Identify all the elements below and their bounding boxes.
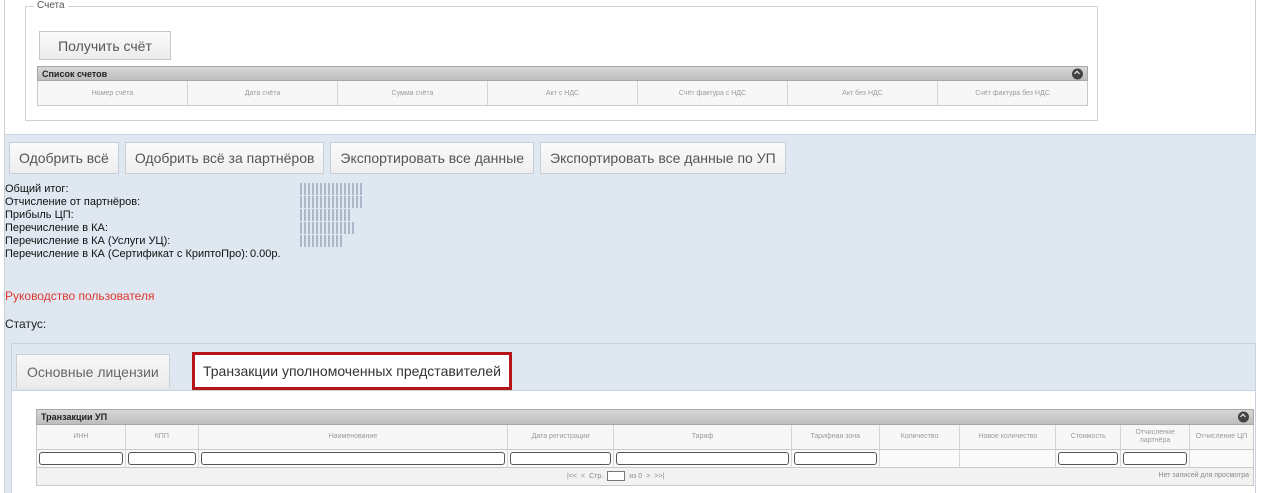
tx-grid-header: ИНН КПП Наименование Дата регистрации Та…: [36, 425, 1254, 450]
invoices-grid-title-text: Список счетов: [42, 68, 108, 79]
ka-crypto-row: Перечисление в КА (Сертификат с КриптоПр…: [5, 247, 281, 260]
approve-all-button[interactable]: Одобрить всё: [9, 142, 119, 174]
filter-cell: [1056, 450, 1122, 467]
get-invoice-button[interactable]: Получить счёт: [39, 31, 171, 60]
ka-transfer-label: Перечисление в КА:: [5, 221, 108, 234]
tab-content: Транзакции УП ИНН КПП Наименование Дата …: [12, 390, 1255, 493]
pager-controls: |<< < Стр. из 0 > >>|: [567, 471, 664, 481]
partner-deduction-filter-input[interactable]: [1123, 452, 1188, 465]
column-header[interactable]: Наименование: [199, 425, 509, 449]
tariff-zone-filter-input[interactable]: [793, 452, 877, 465]
first-page-icon[interactable]: |<<: [567, 473, 577, 480]
name-filter-input[interactable]: [200, 452, 506, 465]
collapse-icon[interactable]: [1072, 68, 1083, 79]
column-header[interactable]: Счёт фактура с НДС: [638, 81, 788, 105]
tx-grid-title-text: Транзакции УП: [41, 412, 108, 422]
tariff-filter-input[interactable]: [616, 452, 789, 465]
column-header[interactable]: Акт без НДС: [788, 81, 938, 105]
page-number-input[interactable]: [607, 471, 626, 481]
tx-grid-title: Транзакции УП: [36, 409, 1254, 425]
partners-label: Отчисление от партнёров:: [5, 195, 141, 208]
column-header[interactable]: Сумма счёта: [338, 81, 488, 105]
ka-uc-row: Перечисление в КА (Услуги УЦ):: [5, 234, 342, 247]
filter-cell: [199, 450, 509, 467]
redacted-value: [300, 183, 362, 195]
column-header[interactable]: Отчисление партнёра: [1121, 425, 1191, 449]
no-records-text: Нет записей для просмотра: [1158, 472, 1249, 479]
approve-all-partners-button[interactable]: Одобрить всё за партнёров: [124, 142, 325, 174]
filter-cell: [1121, 450, 1191, 467]
invoices-legend: Счета: [34, 0, 68, 11]
total-label: Общий итог:: [5, 182, 69, 195]
redacted-value: [300, 196, 362, 208]
column-header[interactable]: Количество: [880, 425, 961, 449]
tab-basic-licenses[interactable]: Основные лицензии: [16, 354, 170, 388]
action-toolbar: Одобрить всё Одобрить всё за партнёров Э…: [9, 142, 786, 174]
profit-label: Прибыль ЦП:: [5, 208, 74, 221]
export-all-up-button[interactable]: Экспортировать все данные по УП: [540, 142, 786, 174]
reg-date-filter-input[interactable]: [510, 452, 612, 465]
inn-filter-input[interactable]: [39, 452, 123, 465]
page-label: Стр.: [589, 472, 604, 480]
prev-page-icon[interactable]: <: [581, 473, 585, 480]
filter-cell: [37, 450, 126, 467]
column-header[interactable]: Тариф: [614, 425, 792, 449]
status-label: Статус:: [5, 317, 47, 331]
main-panel: Одобрить всё Одобрить всё за партнёров Э…: [5, 134, 1256, 493]
total-row: Общий итог:: [5, 182, 362, 195]
redacted-value: [300, 209, 350, 221]
redacted-value: [300, 222, 355, 234]
invoices-grid-header: Номер счёта Дата счёта Сумма счёта Акт с…: [37, 81, 1088, 106]
column-header[interactable]: КПП: [126, 425, 199, 449]
column-header[interactable]: Тарифная зона: [792, 425, 880, 449]
next-page-icon[interactable]: >: [646, 473, 650, 480]
collapse-icon[interactable]: [1238, 411, 1249, 423]
filter-cell: [792, 450, 880, 467]
filter-cell: [126, 450, 199, 467]
column-header[interactable]: Новое количество: [960, 425, 1057, 449]
cost-filter-input[interactable]: [1058, 452, 1119, 465]
invoices-grid-title: Список счетов: [37, 66, 1088, 81]
filter-cell: [508, 450, 615, 467]
tab-transactions[interactable]: Транзакции уполномоченных представителей: [192, 352, 512, 390]
filter-cell: [960, 450, 1057, 467]
export-all-button[interactable]: Экспортировать все данные: [330, 142, 534, 174]
column-header[interactable]: Акт с НДС: [488, 81, 638, 105]
column-header[interactable]: Счёт фактура без НДС: [938, 81, 1087, 105]
column-header[interactable]: ИНН: [37, 425, 126, 449]
last-page-icon[interactable]: >>|: [654, 473, 664, 480]
column-header[interactable]: Стоимость: [1056, 425, 1122, 449]
totals-block: Общий итог: Отчисление от партнёров: При…: [5, 182, 362, 260]
filter-cell: [614, 450, 792, 467]
partners-row: Отчисление от партнёров:: [5, 195, 362, 208]
tx-grid-filter-row: [36, 450, 1254, 468]
column-header[interactable]: Отчисление ЦП: [1190, 425, 1253, 449]
tx-grid-pager: |<< < Стр. из 0 > >>| Нет записей для пр…: [36, 468, 1254, 486]
column-header[interactable]: Дата регистрации: [508, 425, 615, 449]
column-header[interactable]: Дата счёта: [188, 81, 338, 105]
ka-uc-label: Перечисление в КА (Услуги УЦ):: [5, 234, 171, 247]
kpp-filter-input[interactable]: [127, 452, 196, 465]
filter-cell: [1190, 450, 1253, 467]
filter-cell: [880, 450, 961, 467]
ka-crypto-value: 0.00р.: [249, 247, 281, 260]
profit-row: Прибыль ЦП:: [5, 208, 350, 221]
page-total: из 0: [629, 472, 643, 480]
ka-transfer-row: Перечисление в КА:: [5, 221, 355, 234]
ka-crypto-label: Перечисление в КА (Сертификат с КриптоПр…: [5, 247, 248, 260]
redacted-value: [300, 235, 342, 247]
column-header[interactable]: Номер счёта: [38, 81, 188, 105]
user-guide-link[interactable]: Руководство пользователя: [5, 289, 154, 303]
tabs-container: Основные лицензии Транзакции уполномочен…: [11, 343, 1256, 493]
